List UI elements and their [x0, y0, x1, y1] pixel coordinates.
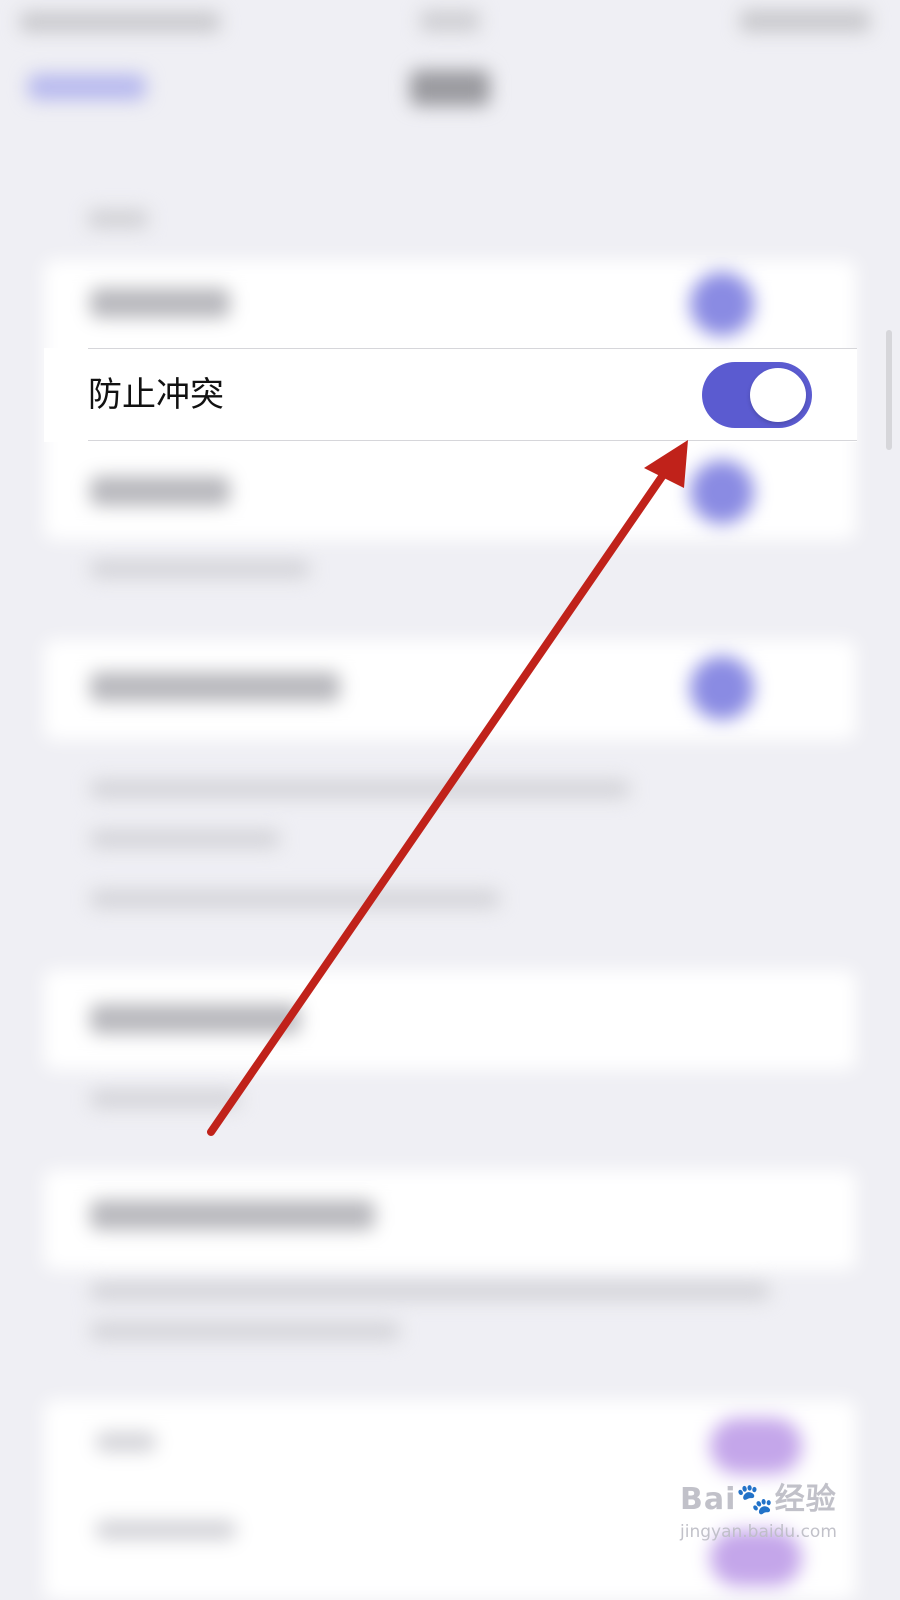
- watermark-logo: Bai🐾经验: [680, 1474, 837, 1518]
- watermark-brand-left: Bai: [680, 1482, 737, 1517]
- watermark-brand-right: 经验: [774, 1482, 837, 1517]
- arrow-head: [644, 440, 688, 488]
- watermark-url: jingyan.baidu.com: [680, 1522, 837, 1542]
- baidu-watermark: Bai🐾经验 jingyan.baidu.com: [680, 1474, 860, 1552]
- paw-icon: 🐾: [736, 1482, 775, 1517]
- annotation-arrow: [207, 440, 688, 1136]
- arrow-shaft: [207, 458, 676, 1136]
